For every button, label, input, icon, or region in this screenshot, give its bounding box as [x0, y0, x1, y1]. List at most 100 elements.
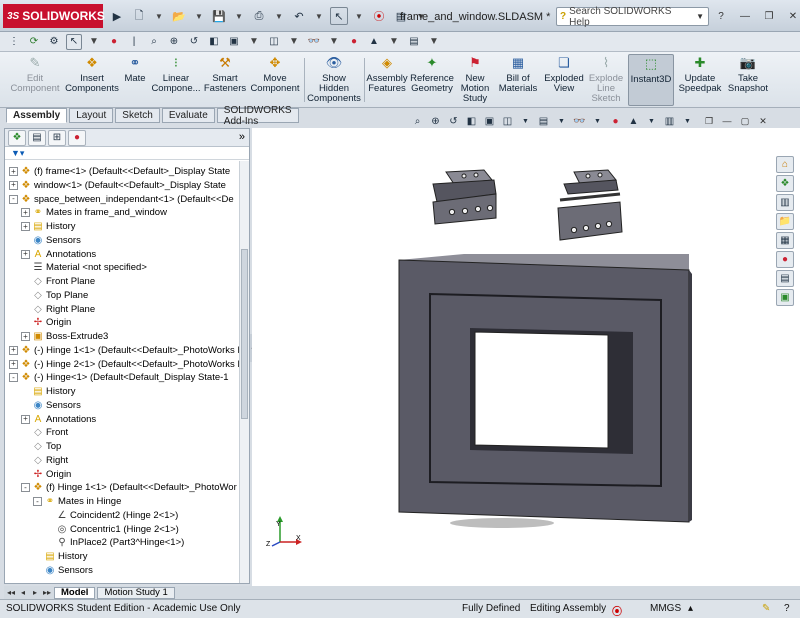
appearances-icon[interactable]: ●: [776, 251, 794, 268]
first-tab-arrow-icon[interactable]: ◂◂: [6, 588, 16, 597]
dynamic-annotation-icon[interactable]: ▣: [482, 114, 497, 129]
tree-item[interactable]: ◇ Front: [21, 426, 68, 439]
chevron-down-icon[interactable]: ▼: [86, 34, 102, 50]
display-manager-icon[interactable]: ●: [68, 129, 86, 146]
section-view-icon[interactable]: ◧: [206, 34, 222, 50]
file-explorer-icon[interactable]: 📁: [776, 213, 794, 230]
collapse-icon[interactable]: -: [33, 497, 42, 506]
chevron-down-icon[interactable]: ▼: [326, 34, 342, 50]
tree-item[interactable]: + ⚭ Mates in frame_and_window: [21, 206, 167, 219]
tab-assembly[interactable]: Assembly: [6, 108, 68, 123]
resources-icon[interactable]: ❖: [776, 175, 794, 192]
display-style-icon[interactable]: ▤: [536, 114, 551, 129]
tree-item[interactable]: + ❖ (f) frame<1> (Default<<Default>_Displa…: [9, 165, 230, 178]
rebuild-traffic-light-icon[interactable]: ⦿: [370, 7, 388, 25]
tree-item[interactable]: ◇ Right Plane: [21, 303, 95, 316]
view-orientation-icon[interactable]: ▣: [226, 34, 242, 50]
edit-component-button[interactable]: ✎ Edit Component: [6, 54, 64, 106]
view-palette-icon[interactable]: ▦: [776, 232, 794, 249]
rebuild-icon[interactable]: ⟳: [26, 34, 42, 50]
tree-scrollbar[interactable]: [239, 161, 249, 583]
tree-item[interactable]: ◇ Front Plane: [21, 275, 95, 288]
collapse-icon[interactable]: -: [9, 373, 18, 383]
graphics-area[interactable]: Y X Z: [252, 128, 800, 586]
chevron-down-icon[interactable]: ▼: [272, 7, 286, 25]
tree-item[interactable]: ⚲ InPlace2 (Part3^Hinge<1>): [45, 536, 184, 549]
show-hidden-components-button[interactable]: 👁 Show Hidden Components: [306, 54, 362, 106]
instant3d-button[interactable]: ⬚ Instant3D: [628, 54, 674, 106]
chevron-down-icon[interactable]: ▼: [386, 34, 402, 50]
view-settings-icon[interactable]: ▤: [406, 34, 422, 50]
chevron-down-icon[interactable]: ▼: [554, 114, 569, 129]
linear-pattern-button[interactable]: ⁝ Linear Compone...: [150, 54, 202, 106]
chevron-down-icon[interactable]: ▼: [352, 7, 366, 25]
solidworks-forum-icon[interactable]: ▣: [776, 289, 794, 306]
tree-item[interactable]: ◇ Top: [21, 440, 61, 453]
tree-item[interactable]: ◎ Concentric1 (Hinge 2<1>): [45, 523, 179, 536]
tree-item[interactable]: - ❖ space_between_independant<1> (Default<…: [9, 193, 234, 206]
expand-icon[interactable]: +: [21, 249, 30, 259]
zoom-to-fit-icon[interactable]: ⌕: [146, 34, 162, 50]
reference-geometry-button[interactable]: ✦ Reference Geometry: [408, 54, 456, 106]
tree-item[interactable]: ◇ Right: [21, 454, 68, 467]
hinge-2[interactable]: [557, 169, 623, 241]
expand-icon[interactable]: +: [9, 359, 18, 369]
chevron-down-icon[interactable]: ▼: [696, 12, 708, 21]
close-icon[interactable]: ✕: [784, 8, 800, 24]
viewport-minimize-icon[interactable]: —: [720, 114, 734, 128]
tree-filter[interactable]: ▼▾: [5, 147, 249, 160]
tab-sketch[interactable]: Sketch: [115, 108, 160, 123]
expand-icon[interactable]: +: [21, 332, 30, 341]
tree-item[interactable]: ◉ Sensors: [21, 234, 81, 247]
tree-item[interactable]: - ⚭ Mates in Hinge: [33, 495, 121, 508]
tree-item[interactable]: + A Annotations: [21, 413, 96, 426]
tab-motion-study-1[interactable]: Motion Study 1: [97, 586, 175, 599]
chevron-down-icon[interactable]: ▼: [152, 7, 166, 25]
select-icon[interactable]: ↖: [66, 33, 82, 50]
last-tab-arrow-icon[interactable]: ▸▸: [42, 588, 52, 597]
select-arrow-icon[interactable]: ↖: [330, 7, 348, 25]
prev-tab-arrow-icon[interactable]: ◂: [18, 588, 28, 597]
tree-item[interactable]: ✢ Origin: [21, 316, 72, 329]
next-tab-arrow-icon[interactable]: ▸: [30, 588, 40, 597]
expand-icon[interactable]: +: [9, 167, 18, 176]
tree-item[interactable]: ◇ Top Plane: [21, 289, 88, 302]
move-component-button[interactable]: ✥ Move Component: [248, 54, 302, 106]
expand-icon[interactable]: +: [9, 180, 18, 190]
assembly-model-view[interactable]: Y X Z: [252, 128, 800, 586]
tree-item[interactable]: + ▣ Boss-Extrude3: [21, 330, 108, 343]
property-manager-icon[interactable]: ▤: [28, 129, 46, 146]
view-orientation-icon[interactable]: ◫: [500, 114, 515, 129]
smart-fasteners-button[interactable]: ⚒ Smart Fasteners: [202, 54, 248, 106]
restore-icon[interactable]: ❐: [760, 8, 778, 24]
expand-icon[interactable]: +: [21, 222, 30, 231]
filter-icon[interactable]: ▼▾: [11, 148, 24, 159]
tree-item[interactable]: - ❖ (-) Hinge<1> (Default<Default_Display …: [9, 371, 229, 384]
undo-icon[interactable]: ↶: [290, 7, 308, 25]
collapse-icon[interactable]: -: [21, 483, 30, 493]
new-motion-study-button[interactable]: ⚑ New Motion Study: [456, 54, 494, 106]
zoom-to-fit-icon[interactable]: ⌕: [410, 114, 425, 129]
quick-tips-icon[interactable]: ✎: [762, 603, 770, 614]
search-input[interactable]: Search SOLIDWORKS Help: [569, 6, 693, 28]
previous-view-icon[interactable]: ↺: [186, 34, 202, 50]
view-settings-icon[interactable]: ▥: [662, 114, 677, 129]
appearance-icon[interactable]: ●: [106, 34, 122, 50]
help-tip-icon[interactable]: ?: [784, 603, 790, 614]
edit-appearance-icon[interactable]: ●: [608, 114, 623, 129]
tree-item[interactable]: ∠ Coincident2 (Hinge 2<1>): [45, 509, 179, 522]
home-icon[interactable]: ⌂: [776, 156, 794, 173]
tree-item[interactable]: + ▤ History: [21, 220, 76, 233]
hinge-1[interactable]: [432, 169, 497, 225]
expand-panel-icon[interactable]: »: [239, 131, 245, 143]
tree-item[interactable]: ◉ Sensors: [33, 564, 93, 577]
viewport-restore-icon[interactable]: ❐: [702, 114, 716, 128]
help-icon[interactable]: ?: [712, 8, 730, 24]
menu-arrow-icon[interactable]: ▶: [108, 7, 126, 25]
options-icon[interactable]: ⚙: [46, 34, 62, 50]
tab-model[interactable]: Model: [54, 586, 96, 599]
tree-item[interactable]: - ❖ (f) Hinge 1<1> (Default<<Default>_Phot…: [21, 481, 237, 494]
tab-layout[interactable]: Layout: [69, 108, 114, 123]
tree-item[interactable]: ◉ Sensors: [21, 399, 81, 412]
chevron-down-icon[interactable]: ▼: [192, 7, 206, 25]
